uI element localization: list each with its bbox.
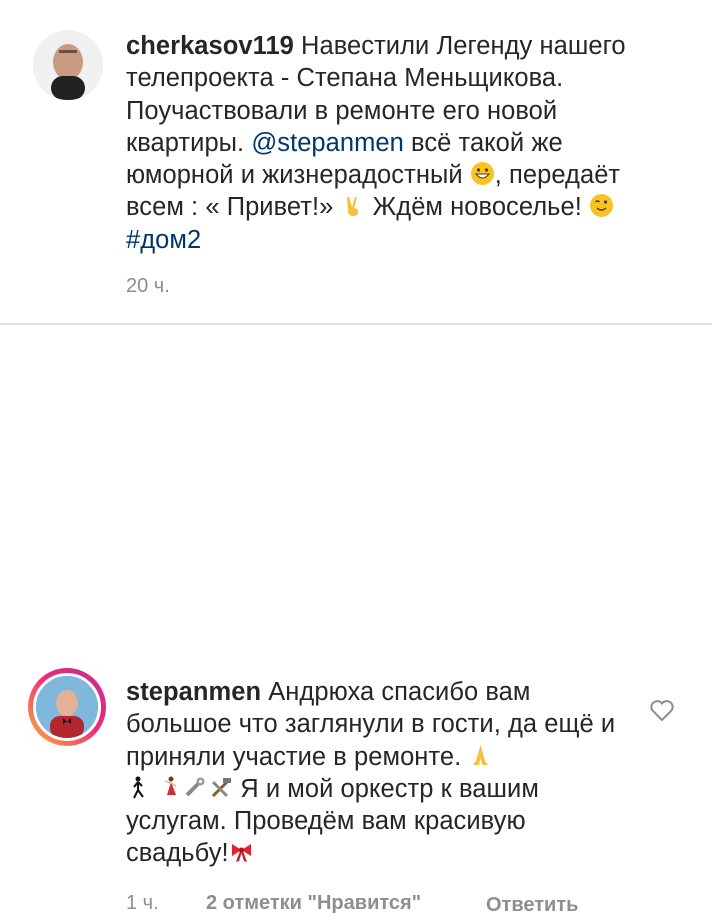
reply-text: stepanmen Андрюха спасибо вам большое чт… [126, 676, 631, 870]
caption-username[interactable]: cherkasov119 [126, 32, 294, 60]
reply-timestamp: 1 ч. [126, 892, 159, 914]
grinning-face-icon [470, 161, 495, 186]
caption-comment: cherkasov119 Навестили Легенду нашего те… [0, 0, 712, 324]
avatar[interactable] [33, 30, 103, 100]
victory-hand-icon [341, 193, 366, 218]
heart-icon[interactable] [648, 696, 676, 724]
caption-text: cherkasov119 Навестили Легенду нашего те… [126, 30, 666, 256]
reply-username[interactable]: stepanmen [126, 678, 261, 706]
reply-button[interactable]: Ответить [486, 891, 582, 920]
caption-text-part-4: Ждём новоселье! [365, 193, 589, 222]
hammer-wrench-icon [208, 775, 233, 800]
likes-count-button[interactable]: 2 отметки "Нравится" [206, 891, 421, 915]
dancer-man-icon [126, 775, 151, 800]
caption-timestamp: 20 ч. [126, 275, 170, 297]
user-avatar-icon [33, 30, 103, 100]
dancer-woman-icon [158, 775, 183, 800]
avatar[interactable] [33, 673, 101, 741]
wrench-icon [183, 775, 208, 800]
folded-hands-icon [468, 743, 493, 768]
reply-comment: stepanmen Андрюха спасибо вам большое чт… [0, 324, 712, 916]
ribbon-bow-icon [229, 839, 254, 864]
user-avatar-icon [36, 676, 98, 738]
winking-face-icon [589, 193, 614, 218]
hashtag-link[interactable]: #дом2 [126, 226, 201, 254]
mention-link[interactable]: @stepanmen [251, 129, 404, 157]
